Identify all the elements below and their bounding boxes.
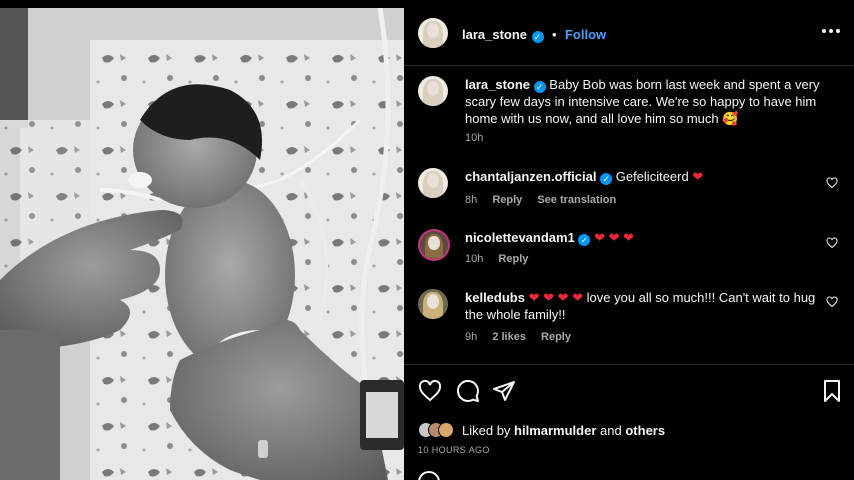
- comment-likes-count[interactable]: 2 likes: [492, 331, 526, 343]
- bookmark-icon[interactable]: [820, 379, 844, 403]
- liked-by-text: Liked by hilmarmulder and others: [462, 423, 665, 438]
- comment-meta: 9h 2 likes Reply: [465, 331, 583, 343]
- heart-emoji: ❤ ❤ ❤ ❤: [528, 290, 583, 305]
- comment-text: nicolettevandam1 ✓ ❤ ❤ ❤: [465, 229, 825, 246]
- follow-button[interactable]: Follow: [565, 27, 606, 42]
- heart-emoji: ❤ ❤ ❤: [594, 230, 634, 245]
- liked-by-row: Liked by hilmarmulder and others: [418, 419, 665, 441]
- comment-item: nicolettevandam1 ✓ ❤ ❤ ❤ 10h Reply: [418, 229, 838, 269]
- comment-text: chantaljanzen.official ✓ Gefeliciteerd ❤: [465, 168, 825, 185]
- comment-time: 8h: [465, 194, 478, 206]
- commenter-avatar[interactable]: [420, 231, 448, 259]
- heart-outline-icon[interactable]: [826, 296, 838, 308]
- comment-icon[interactable]: [456, 379, 480, 403]
- comment-username[interactable]: kelledubs: [465, 290, 525, 305]
- caption-text: lara_stone ✓ Baby Bob was born last week…: [465, 76, 825, 127]
- separator-dot: •: [551, 27, 557, 42]
- comment-time: 10h: [465, 253, 484, 265]
- newborn-photo-image: [0, 0, 404, 480]
- heart-outline-icon[interactable]: [826, 237, 838, 249]
- commenter-avatar[interactable]: [418, 168, 448, 198]
- author-username[interactable]: lara_stone: [462, 27, 527, 42]
- comment-username[interactable]: nicolettevandam1: [465, 230, 575, 245]
- verified-icon: ✓: [600, 173, 613, 185]
- more-icon[interactable]: [822, 26, 840, 36]
- post-actions: Liked by hilmarmulder and others 10 HOUR…: [404, 364, 854, 480]
- comment-meta: 8h Reply See translation: [465, 194, 628, 206]
- post-header: lara_stone ✓ • Follow: [404, 0, 854, 66]
- smiling-hearts-emoji: 🥰: [722, 111, 739, 126]
- share-icon[interactable]: [492, 379, 516, 403]
- post-side-panel: lara_stone ✓ • Follow lara_stone ✓ Baby …: [404, 0, 854, 480]
- heart-icon[interactable]: [418, 379, 442, 403]
- heart-emoji: ❤: [692, 169, 704, 184]
- liker-avatar[interactable]: [438, 422, 454, 438]
- liked-by-others[interactable]: others: [625, 423, 665, 438]
- commenter-avatar[interactable]: [418, 289, 448, 319]
- comment-username[interactable]: chantaljanzen.official: [465, 169, 596, 184]
- comment-text: kelledubs ❤ ❤ ❤ ❤ love you all so much!!…: [465, 289, 825, 323]
- heart-outline-icon[interactable]: [826, 177, 838, 189]
- post-timestamp: 10 HOURS AGO: [418, 445, 490, 455]
- verified-icon: ✓: [531, 31, 544, 43]
- photo-top-edge: [0, 0, 404, 8]
- comment-item: chantaljanzen.official ✓ Gefeliciteerd ❤…: [418, 168, 838, 208]
- comment-meta: 10h Reply: [465, 253, 540, 265]
- caption: lara_stone ✓ Baby Bob was born last week…: [418, 76, 838, 148]
- liked-by-user[interactable]: hilmarmulder: [514, 423, 596, 438]
- reply-button[interactable]: Reply: [541, 331, 571, 343]
- caption-meta: 10h: [465, 132, 495, 144]
- post-photo[interactable]: [0, 0, 404, 480]
- author-line: lara_stone ✓ • Follow: [462, 26, 606, 44]
- author-avatar[interactable]: [418, 18, 448, 48]
- see-translation-button[interactable]: See translation: [537, 194, 616, 206]
- reply-button[interactable]: Reply: [492, 194, 522, 206]
- reply-button[interactable]: Reply: [498, 253, 528, 265]
- caption-time: 10h: [465, 132, 484, 144]
- caption-avatar[interactable]: [418, 76, 448, 106]
- liked-by-prefix: Liked by: [462, 422, 511, 438]
- verified-icon: ✓: [533, 81, 546, 93]
- comment-item: kelledubs ❤ ❤ ❤ ❤ love you all so much!!…: [418, 289, 838, 345]
- verified-icon: ✓: [578, 234, 591, 246]
- liked-by-middle: and: [600, 422, 622, 438]
- emoji-icon[interactable]: [418, 471, 440, 480]
- caption-username[interactable]: lara_stone: [465, 77, 530, 92]
- comment-time: 9h: [465, 331, 478, 343]
- comment-body: Gefeliciteerd: [615, 169, 689, 184]
